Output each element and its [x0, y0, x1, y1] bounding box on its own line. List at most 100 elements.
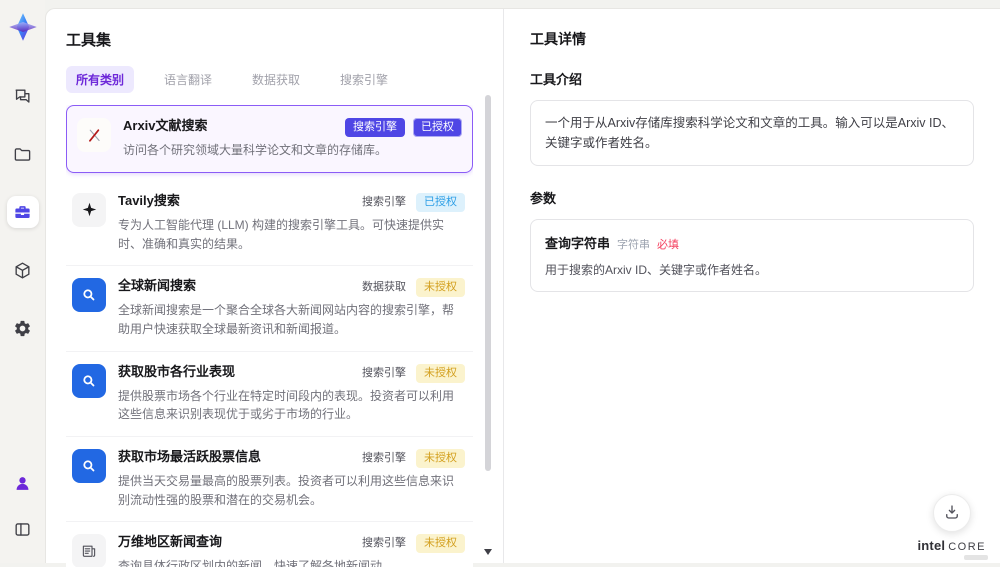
- tool-card[interactable]: 获取市场最活跃股票信息 搜索引擎 未授权 提供当天交易量最高的股票列表。投资者可…: [66, 436, 473, 523]
- param-required-badge: 必填: [657, 239, 680, 251]
- category-badge: 搜索引擎: [362, 195, 406, 208]
- category-tab[interactable]: 语言翻译: [154, 66, 222, 93]
- tool-card-header: 全球新闻搜索 数据获取 未授权: [118, 278, 465, 298]
- tool-card-body: Tavily搜索 搜索引擎 已授权 专为人工智能代理 (LLM) 构建的搜索引擎…: [118, 192, 465, 253]
- sidebar-nav: [6, 80, 39, 467]
- param-description: 用于搜索的Arxiv ID、关键字或作者姓名。: [545, 263, 768, 277]
- intro-text: 一个用于从Arxiv存储库搜索科学论文和文章的工具。输入可以是Arxiv ID、…: [545, 116, 955, 150]
- auth-status-badge: 未授权: [416, 448, 465, 469]
- auth-status-badge: 未授权: [416, 534, 465, 554]
- sidebar-item-settings-gear[interactable]: [7, 312, 39, 344]
- param-type: 字符串: [617, 239, 651, 251]
- brand-core: CORE: [948, 541, 986, 553]
- tool-card-header: 获取股市各行业表现 搜索引擎 未授权: [118, 363, 465, 383]
- tool-badges: 数据获取 未授权: [360, 278, 465, 298]
- toolbox-icon: [13, 203, 32, 222]
- sidebar-bottom: [7, 467, 39, 545]
- app-logo gem-logo-icon: [6, 10, 40, 44]
- tool-badges: 搜索引擎 未授权: [360, 534, 465, 554]
- sidebar-item-panel-layout[interactable]: [7, 513, 39, 545]
- tool-name: Arxiv文献搜索: [123, 118, 208, 133]
- sidebar-item-toolbox[interactable]: [6, 196, 39, 228]
- tool-details-panel: 工具详情 工具介绍 一个用于从Arxiv存储库搜索科学论文和文章的工具。输入可以…: [503, 9, 1000, 563]
- sidebar-item-package[interactable]: [7, 254, 39, 286]
- tool-description: 查询具体行政区划内的新闻，快速了解各地新闻动: [118, 559, 383, 567]
- scrollbar[interactable]: [484, 95, 492, 555]
- tool-name: 全球新闻搜索: [118, 278, 197, 294]
- tool-card-body: 获取股市各行业表现 搜索引擎 未授权 提供股票市场各个行业在特定时间段内的表现。…: [118, 363, 465, 424]
- page-title: 工具集: [66, 32, 112, 49]
- param-card: 查询字符串 字符串 必填 用于搜索的Arxiv ID、关键字或作者姓名。: [530, 219, 974, 292]
- category-badge: 搜索引擎: [345, 118, 405, 138]
- auth-status-badge: 未授权: [416, 363, 465, 383]
- intro-heading: 工具介绍: [530, 72, 583, 87]
- intro-box: 一个用于从Arxiv存储库搜索科学论文和文章的工具。输入可以是Arxiv ID、…: [530, 100, 974, 166]
- brand-intel: intel: [917, 538, 946, 553]
- tool-description: 专为人工智能代理 (LLM) 构建的搜索引擎工具。可快速提供实时、准确和真实的结…: [118, 217, 445, 251]
- tool-badges: 搜索引擎 未授权: [360, 448, 465, 469]
- tool-description: 提供股票市场各个行业在特定时间段内的表现。投资者可以利用这些信息来识别表现优于或…: [118, 388, 455, 422]
- toolset-panel: 工具集 所有类别 语言翻译 数据获取 搜索引擎 Arxiv文献搜索 搜索引擎 已授权 …: [46, 9, 503, 567]
- sidebar-item-user-avatar[interactable]: [7, 467, 39, 499]
- scroll-down-icon[interactable]: [484, 549, 492, 555]
- tool-card-body: 全球新闻搜索 数据获取 未授权 全球新闻搜索是一个聚合全球各大新闻网站内容的搜索…: [118, 278, 465, 338]
- auth-status-badge: 已授权: [413, 118, 462, 138]
- sidebar-item-folder[interactable]: [7, 138, 39, 170]
- main-content: 工具集 所有类别 语言翻译 数据获取 搜索引擎 Arxiv文献搜索 搜索引擎 已授权 …: [45, 8, 1000, 567]
- category-badge: 数据获取: [362, 281, 406, 294]
- category-tabs: 所有类别 语言翻译 数据获取 搜索引擎: [66, 66, 473, 93]
- search-globe-icon: [72, 278, 106, 313]
- category-badge: 搜索引擎: [362, 537, 406, 550]
- arxiv-logo-icon: [77, 118, 111, 152]
- tool-card-header: Arxiv文献搜索 搜索引擎 已授权: [123, 118, 462, 138]
- panel-layout-icon: [13, 520, 32, 539]
- brand-sub-mark: [964, 555, 988, 560]
- tool-name: 获取股市各行业表现: [118, 363, 236, 379]
- download-icon: [943, 503, 961, 524]
- tool-card-body: Arxiv文献搜索 搜索引擎 已授权 访问各个研究领域大量科学论文和文章的存储库…: [123, 118, 462, 160]
- user-avatar-icon: [13, 474, 32, 493]
- tool-description: 提供当天交易量最高的股票列表。投资者可以利用这些信息来识别流动性强的股票和潜在的…: [118, 474, 455, 507]
- scrollbar-thumb[interactable]: [485, 95, 491, 471]
- chat-icon: [13, 87, 32, 106]
- settings-gear-icon: [13, 319, 32, 338]
- category-badge: 搜索引擎: [362, 366, 406, 379]
- auth-status-badge: 已授权: [416, 192, 465, 212]
- auth-status-badge: 未授权: [416, 278, 465, 298]
- tool-card-body: 获取市场最活跃股票信息 搜索引擎 未授权 提供当天交易量最高的股票列表。投资者可…: [118, 448, 465, 509]
- star-icon: [72, 192, 106, 227]
- category-tab[interactable]: 所有类别: [66, 66, 135, 93]
- category-tab[interactable]: 数据获取: [242, 66, 310, 93]
- tool-card[interactable]: Arxiv文献搜索 搜索引擎 已授权 访问各个研究领域大量科学论文和文章的存储库…: [66, 105, 473, 173]
- tool-card-body: 万维地区新闻查询 搜索引擎 未授权 查询具体行政区划内的新闻，快速了解各地新闻动: [118, 534, 465, 567]
- category-badge: 搜索引擎: [362, 451, 406, 464]
- tool-card[interactable]: 全球新闻搜索 数据获取 未授权 全球新闻搜索是一个聚合全球各大新闻网站内容的搜索…: [66, 266, 473, 352]
- tool-badges: 搜索引擎 已授权: [345, 118, 462, 138]
- tool-badges: 搜索引擎 已授权: [360, 192, 465, 212]
- download-button[interactable]: [932, 494, 971, 532]
- search-globe-icon: [72, 363, 106, 398]
- bottom-right-dock: intel CORE: [917, 494, 988, 560]
- tool-badges: 搜索引擎 未授权: [360, 363, 465, 383]
- tool-description: 访问各个研究领域大量科学论文和文章的存储库。: [123, 143, 388, 158]
- details-title: 工具详情: [530, 31, 586, 47]
- package-icon: [13, 261, 32, 280]
- param-name: 查询字符串: [545, 236, 611, 251]
- search-globe-icon: [72, 448, 106, 483]
- tool-card-header: 万维地区新闻查询 搜索引擎 未授权: [118, 534, 465, 554]
- sidebar-item-chat[interactable]: [7, 80, 39, 112]
- tool-name: 获取市场最活跃股票信息: [118, 448, 262, 464]
- param-header: 查询字符串 字符串 必填: [545, 233, 959, 252]
- tool-name: Tavily搜索: [118, 192, 180, 208]
- params-heading: 参数: [530, 191, 557, 206]
- tool-description: 全球新闻搜索是一个聚合全球各大新闻网站内容的搜索引擎，帮助用户快速获取全球最新资…: [118, 303, 455, 336]
- tool-card[interactable]: Tavily搜索 搜索引擎 已授权 专为人工智能代理 (LLM) 构建的搜索引擎…: [66, 180, 473, 267]
- tool-card-header: 获取市场最活跃股票信息 搜索引擎 未授权: [118, 448, 465, 469]
- tool-card[interactable]: 万维地区新闻查询 搜索引擎 未授权 查询具体行政区划内的新闻，快速了解各地新闻动: [66, 522, 473, 567]
- tool-list: Arxiv文献搜索 搜索引擎 已授权 访问各个研究领域大量科学论文和文章的存储库…: [66, 105, 473, 567]
- tool-card-header: Tavily搜索 搜索引擎 已授权: [118, 192, 465, 212]
- tool-card[interactable]: 获取股市各行业表现 搜索引擎 未授权 提供股票市场各个行业在特定时间段内的表现。…: [66, 351, 473, 437]
- category-tab[interactable]: 搜索引擎: [330, 66, 398, 93]
- tool-name: 万维地区新闻查询: [118, 534, 223, 550]
- intel-core-logo: intel CORE: [917, 538, 988, 560]
